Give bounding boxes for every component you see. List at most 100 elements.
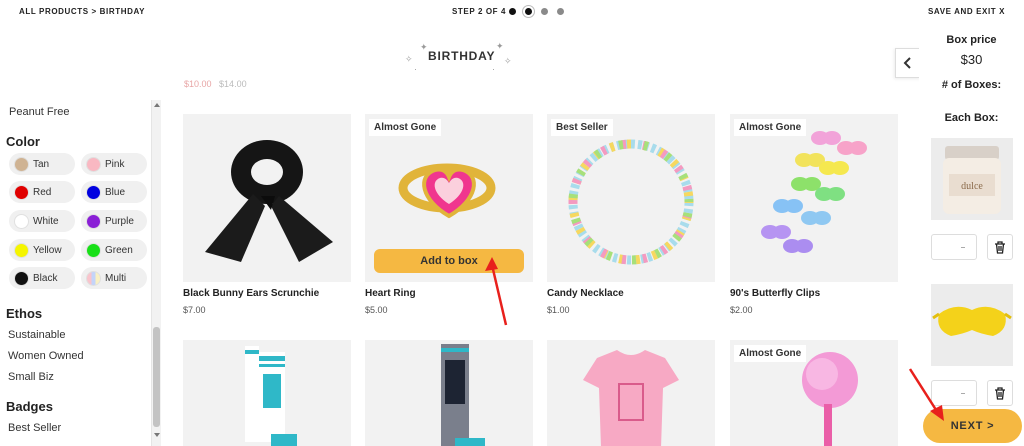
color-chip-blue[interactable]: Blue <box>81 181 147 203</box>
chevron-left-icon <box>903 57 911 69</box>
step-dot-2 <box>525 8 532 15</box>
sparkle-icon: ✦ <box>496 41 504 51</box>
product-card[interactable]: Almost Gone <box>730 340 898 446</box>
pink-swatch <box>86 156 101 172</box>
color-chip-black[interactable]: Black <box>9 267 75 289</box>
product-price: $2.00 <box>730 305 753 315</box>
color-chip-label: White <box>33 215 59 227</box>
candle-brand-text: dulce <box>961 181 983 192</box>
box-summary-panel: Box price $30 # of Boxes: Each Box: dulc… <box>919 24 1024 446</box>
save-and-exit-button[interactable]: SAVE AND EXIT X <box>928 7 1005 16</box>
product-badge: Almost Gone <box>734 119 807 136</box>
multi-swatch <box>86 270 101 286</box>
sparkle-icon: · <box>492 64 495 74</box>
product-card[interactable]: Almost Gone Add to box Heart Ring $5.00 <box>365 114 533 315</box>
product-card[interactable] <box>547 340 715 446</box>
color-chip-label: Red <box>33 186 52 198</box>
step-dots <box>509 8 564 15</box>
remove-item-button[interactable] <box>987 234 1013 260</box>
color-chip-yellow[interactable]: Yellow <box>9 239 75 261</box>
product-name[interactable]: Candy Necklace <box>547 288 624 299</box>
page-title: BIRTHDAY <box>428 49 496 63</box>
pink-pom-pen-image[interactable]: Almost Gone <box>730 340 898 446</box>
color-chip-multi[interactable]: Multi <box>81 267 147 289</box>
add-to-box-button[interactable]: Add to box <box>374 249 524 273</box>
trash-icon <box>995 240 1005 254</box>
filter-best-seller[interactable]: Best Seller <box>8 422 61 434</box>
product-price: $7.00 <box>183 305 206 315</box>
step-dot-3 <box>541 8 548 15</box>
quantity-input[interactable] <box>931 234 977 260</box>
color-chip-white[interactable]: White <box>9 210 75 232</box>
breadcrumb[interactable]: ALL PRODUCTS > BIRTHDAY <box>19 7 145 16</box>
color-chip-pink[interactable]: Pink <box>81 153 147 175</box>
heart-ring-image[interactable]: Almost Gone Add to box <box>365 114 533 282</box>
trash-icon <box>995 386 1005 400</box>
scrunchie-image[interactable] <box>183 114 351 282</box>
butterfly-clips-image[interactable]: Almost Gone <box>730 114 898 282</box>
box-count-label: # of Boxes: <box>941 79 1002 91</box>
box-price-label: Box price <box>946 34 997 46</box>
future-is-female-socks-image[interactable] <box>183 340 351 446</box>
top-bar: ALL PRODUCTS > BIRTHDAY STEP 2 OF 4 SAVE… <box>0 0 1024 24</box>
sparkle-icon: ✦ <box>420 42 428 52</box>
sparkle-icon: · <box>414 64 417 74</box>
previous-row-price: $10.00 $14.00 <box>184 79 247 89</box>
box-price-value: $30 <box>960 52 983 67</box>
purple-swatch <box>86 213 101 229</box>
filter-peanut-free[interactable]: Peanut Free <box>9 106 70 118</box>
color-chip-green[interactable]: Green <box>81 239 147 261</box>
too-old-socks-image[interactable] <box>365 340 533 446</box>
scroll-thumb[interactable] <box>153 327 160 427</box>
color-filter-title: Color <box>6 134 40 149</box>
product-card[interactable] <box>365 340 533 446</box>
black-swatch <box>14 270 29 286</box>
step-dot-1 <box>509 8 516 15</box>
product-name[interactable]: 90's Butterfly Clips <box>730 288 820 299</box>
collapse-panel-button[interactable] <box>895 48 921 78</box>
sale-price: $10.00 <box>184 79 212 89</box>
color-chip-label: Tan <box>33 158 50 170</box>
sparkle-icon: ✧ <box>504 56 512 66</box>
filter-sustainable[interactable]: Sustainable <box>8 329 66 341</box>
color-chip-red[interactable]: Red <box>9 181 75 203</box>
ethos-filter-title: Ethos <box>6 306 43 321</box>
filter-women-owned[interactable]: Women Owned <box>8 350 84 362</box>
green-swatch <box>86 242 101 258</box>
yellow-eye-mask-image <box>931 284 1013 366</box>
product-card[interactable]: Best Seller Candy Necklace $1.00 <box>547 114 715 315</box>
quantity-input[interactable] <box>931 380 977 406</box>
filter-small-biz[interactable]: Small Biz <box>8 371 54 383</box>
step-dot-4 <box>557 8 564 15</box>
product-card[interactable]: Black Bunny Ears Scrunchie $7.00 <box>183 114 351 315</box>
scroll-down-arrow-icon[interactable] <box>154 433 160 437</box>
sidebar-scrollbar[interactable] <box>151 100 161 446</box>
product-card[interactable] <box>183 340 351 446</box>
color-chip-label: Green <box>105 244 133 256</box>
color-chip-purple[interactable]: Purple <box>81 210 147 232</box>
yellow-swatch <box>14 242 29 258</box>
quantity-placeholder-dash <box>961 393 965 394</box>
product-name[interactable]: Black Bunny Ears Scrunchie <box>183 288 319 299</box>
scroll-up-arrow-icon[interactable] <box>154 103 160 107</box>
remove-item-button[interactable] <box>987 380 1013 406</box>
candy-necklace-image[interactable]: Best Seller <box>547 114 715 282</box>
step-indicator: STEP 2 OF 4 <box>452 7 507 16</box>
color-chip-label: Yellow <box>33 244 62 256</box>
product-price: $5.00 <box>365 305 388 315</box>
badges-filter-title: Badges <box>6 399 53 414</box>
color-chip-label: Purple <box>105 215 134 227</box>
dulce-candle-image: dulce <box>931 138 1013 220</box>
white-swatch <box>14 213 29 229</box>
color-chip-tan[interactable]: Tan <box>9 153 75 175</box>
color-chip-label: Black <box>33 272 58 284</box>
product-name[interactable]: Heart Ring <box>365 288 416 299</box>
next-button[interactable]: NEXT > <box>923 409 1022 443</box>
color-chip-label: Blue <box>105 186 126 198</box>
tan-swatch <box>14 156 29 172</box>
product-card[interactable]: Almost Gone 90's Butterfly Clips $2.00 <box>730 114 898 315</box>
product-badge: Almost Gone <box>369 119 442 136</box>
product-price: $1.00 <box>547 305 570 315</box>
product-badge: Almost Gone <box>734 345 807 362</box>
pink-tshirt-image[interactable] <box>547 340 715 446</box>
